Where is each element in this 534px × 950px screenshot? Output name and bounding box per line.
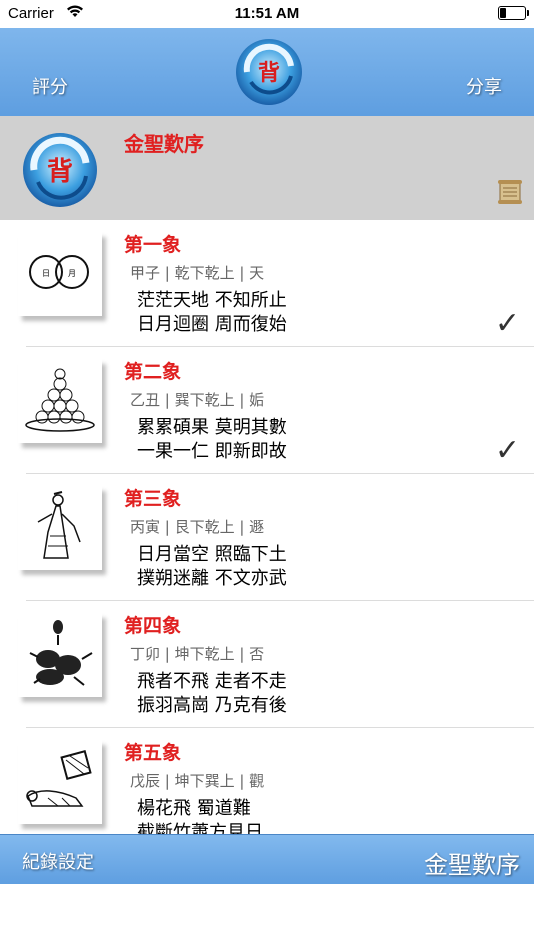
item-verse-line-1: 飛者不飛 走者不走 <box>137 671 287 692</box>
item-title: 第一象 <box>124 234 182 256</box>
list-item[interactable]: 第五象 戊辰 | 坤下巽上 | 觀 楊花飛 蜀道難 截斷竹蕭方見日 <box>0 728 534 834</box>
list-item[interactable]: 第三象 丙寅 | 艮下乾上 | 遯 日月當空 照臨下土 撲朔迷離 不文亦武 <box>0 474 534 601</box>
status-bar: Carrier 11:51 AM <box>0 0 534 28</box>
item-verse-line-1: 茫茫天地 不知所止 <box>137 290 287 311</box>
status-time: 11:51 AM <box>234 5 300 22</box>
bird-and-animals-image-icon <box>18 613 102 697</box>
two-circles-image-icon: 日 月 <box>18 232 102 316</box>
item-title: 第三象 <box>124 488 182 510</box>
item-verse-line-2: 振羽高崗 乃克有後 <box>137 695 287 716</box>
scroll-icon <box>496 178 524 206</box>
preface-card[interactable]: 背 金聖歎序 <box>0 116 534 220</box>
item-subtitle: 丁卯 | 坤下乾上 | 否 <box>130 645 265 663</box>
bottom-toolbar: 紀錄設定 金聖歎序 <box>0 834 534 885</box>
item-title: 第五象 <box>124 742 182 764</box>
lying-figure-image-icon <box>18 740 102 824</box>
item-verse-line-2: 一果一仁 即新即故 <box>137 441 287 462</box>
current-section-title: 金聖歎序 <box>424 851 520 879</box>
item-subtitle: 乙丑 | 巽下乾上 | 姤 <box>130 391 265 409</box>
battery-icon <box>498 6 529 20</box>
item-title: 第四象 <box>124 615 182 637</box>
preface-logo-icon: 背 <box>18 130 102 210</box>
checkmark-icon: ✓ <box>494 306 520 341</box>
rate-button[interactable]: 評分 <box>32 73 68 99</box>
item-subtitle: 戊辰 | 坤下巽上 | 觀 <box>130 772 265 790</box>
bottom-blank-area <box>0 884 534 950</box>
item-verse-line-1: 累累碩果 莫明其數 <box>137 417 287 438</box>
item-verse-line-2: 日月迴圈 周而復始 <box>137 314 287 335</box>
app-logo-icon: 背 <box>233 36 305 108</box>
preface-title: 金聖歎序 <box>124 132 204 156</box>
share-button[interactable]: 分享 <box>466 73 502 99</box>
list-item[interactable]: 第二象 乙丑 | 巽下乾上 | 姤 累累碩果 莫明其數 一果一仁 即新即故 ✓ <box>0 347 534 474</box>
item-verse-line-2: 撲朔迷離 不文亦武 <box>137 568 287 589</box>
item-verse-line-1: 楊花飛 蜀道難 <box>137 798 251 819</box>
svg-text:背: 背 <box>47 157 73 187</box>
item-verse-line-1: 日月當空 照臨下土 <box>137 544 287 565</box>
navigation-bar: 評分 背 分享 <box>0 28 534 117</box>
svg-text:背: 背 <box>258 61 280 86</box>
item-title: 第二象 <box>124 361 182 383</box>
svg-text:月: 月 <box>68 269 76 278</box>
record-settings-button[interactable]: 紀錄設定 <box>22 848 94 874</box>
svg-text:日: 日 <box>42 269 50 278</box>
woman-figure-image-icon <box>18 486 102 570</box>
item-subtitle: 甲子 | 乾下乾上 | 天 <box>130 264 265 282</box>
list-item[interactable]: 第四象 丁卯 | 坤下乾上 | 否 飛者不飛 走者不走 振羽高崗 乃克有後 <box>0 601 534 728</box>
fruit-plate-image-icon <box>18 359 102 443</box>
checkmark-icon: ✓ <box>494 433 520 468</box>
item-subtitle: 丙寅 | 艮下乾上 | 遯 <box>130 518 265 536</box>
item-verse-line-2: 截斷竹蕭方見日 <box>137 822 263 834</box>
list-item[interactable]: 日 月 第一象 甲子 | 乾下乾上 | 天 茫茫天地 不知所止 日月迴圈 周而復… <box>0 220 534 347</box>
chapter-list[interactable]: 日 月 第一象 甲子 | 乾下乾上 | 天 茫茫天地 不知所止 日月迴圈 周而復… <box>0 220 534 834</box>
